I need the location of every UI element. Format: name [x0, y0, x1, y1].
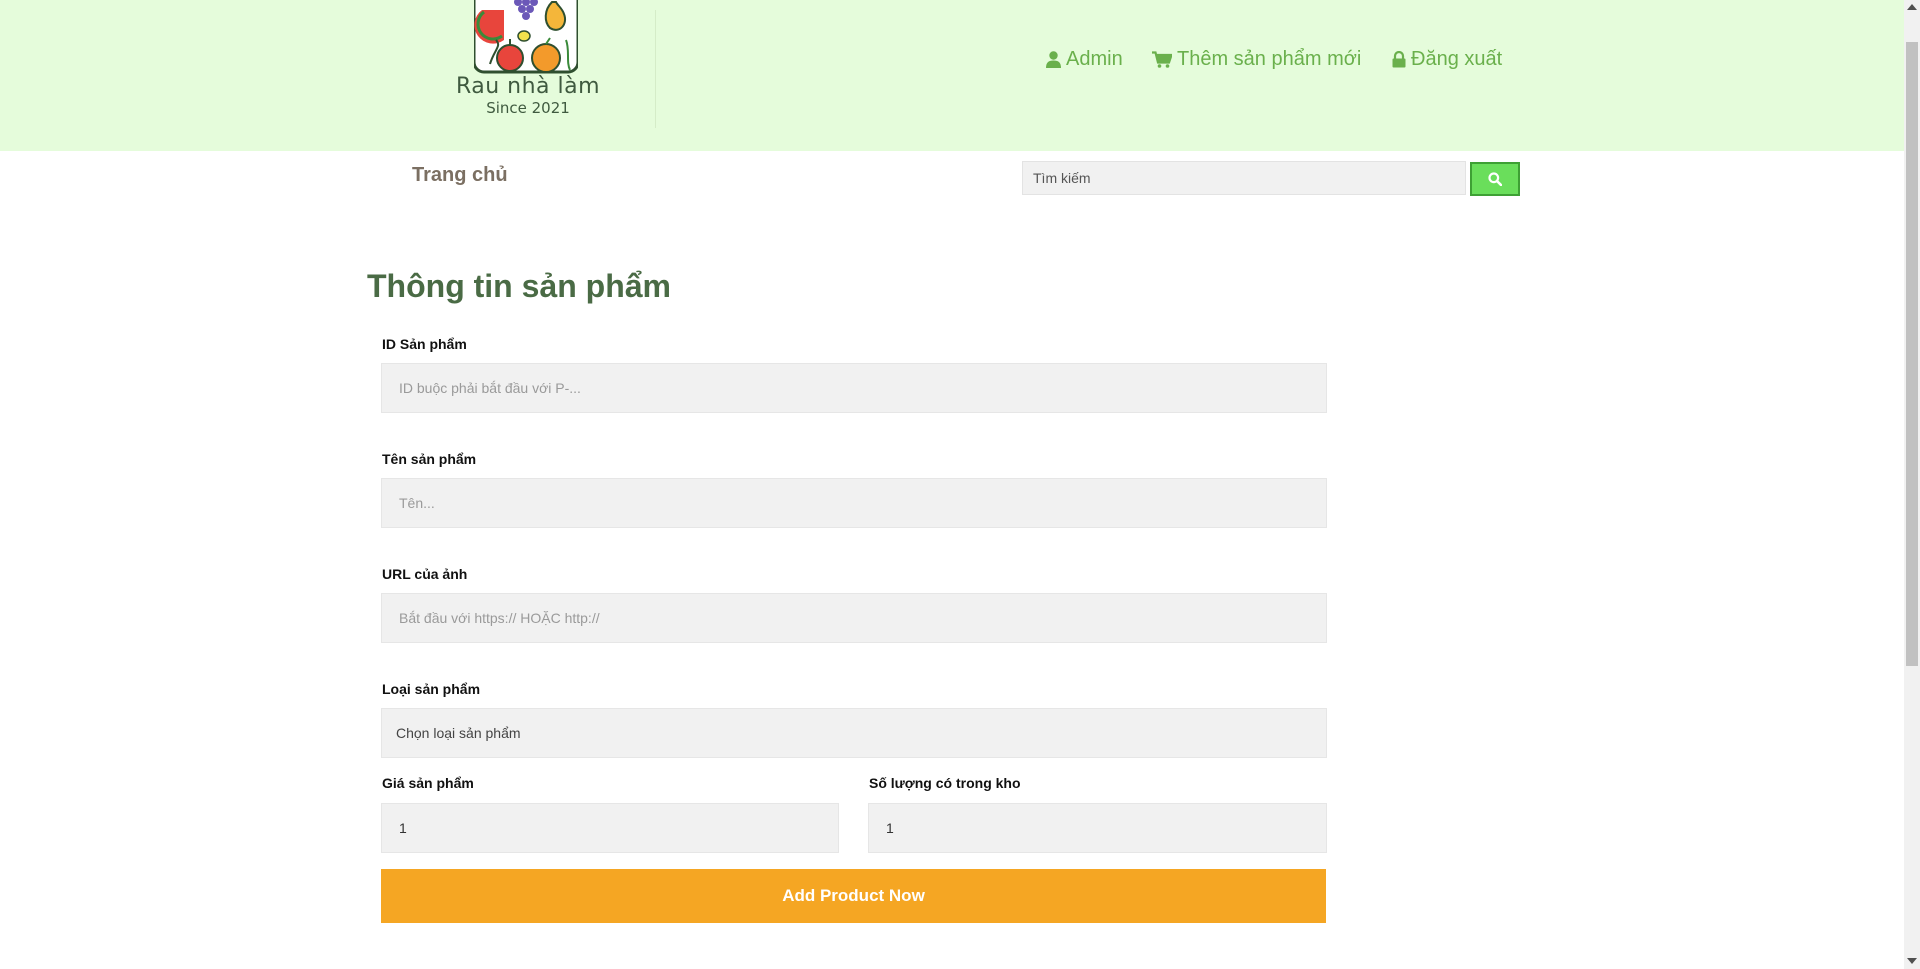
- category-selected-value: Chọn loại sản phẩm: [396, 725, 521, 741]
- nav-add-product[interactable]: Thêm sản phẩm mới: [1152, 46, 1361, 72]
- search-input[interactable]: [1022, 161, 1466, 195]
- price-label: Giá sản phẩm: [382, 775, 474, 791]
- site-header: Rau nhà làm Since 2021 Admin Thêm sản ph…: [0, 0, 1904, 151]
- fruit-basket-logo-icon: [474, 0, 578, 74]
- home-link[interactable]: Trang chủ: [412, 164, 508, 187]
- product-id-input[interactable]: [381, 363, 1327, 413]
- admin-link[interactable]: Admin: [1046, 48, 1123, 71]
- product-id-label: ID Sản phẩm: [382, 336, 467, 352]
- stock-input[interactable]: [868, 803, 1327, 853]
- lock-icon: [1392, 50, 1406, 67]
- add-product-link[interactable]: Thêm sản phẩm mới: [1152, 48, 1361, 71]
- user-icon: [1046, 50, 1061, 68]
- logout-link[interactable]: Đăng xuất: [1392, 48, 1502, 71]
- scrollbar-thumb[interactable]: [1906, 42, 1918, 666]
- admin-label: Admin: [1066, 47, 1123, 70]
- nav-logout[interactable]: Đăng xuất: [1392, 46, 1502, 72]
- stock-label: Số lượng có trong kho: [869, 775, 1021, 791]
- nav-admin[interactable]: Admin: [1046, 46, 1123, 72]
- scroll-down-icon[interactable]: [1907, 958, 1917, 964]
- image-url-input[interactable]: [381, 593, 1327, 643]
- brand-name: Rau nhà làm: [455, 74, 601, 99]
- search-button[interactable]: [1470, 162, 1520, 196]
- add-product-button[interactable]: Add Product Now: [381, 869, 1326, 923]
- site-logo[interactable]: Rau nhà làm Since 2021: [438, 0, 618, 120]
- add-product-label: Thêm sản phẩm mới: [1177, 47, 1362, 70]
- category-label: Loại sản phẩm: [382, 681, 481, 697]
- price-input[interactable]: [381, 803, 839, 853]
- add-product-button-label: Add Product Now: [782, 886, 925, 905]
- product-name-label: Tên sản phẩm: [382, 451, 477, 467]
- scroll-up-icon[interactable]: [1907, 4, 1917, 10]
- search-icon: [1488, 172, 1502, 186]
- image-url-label: URL của ảnh: [382, 566, 468, 582]
- header-divider: [655, 10, 656, 128]
- category-select[interactable]: Chọn loại sản phẩm: [381, 708, 1327, 758]
- cart-icon: [1152, 50, 1172, 68]
- brand-since: Since 2021: [486, 99, 570, 117]
- logo-text: Rau nhà làm Since 2021: [438, 74, 618, 116]
- logout-label: Đăng xuất: [1411, 47, 1503, 70]
- product-name-input[interactable]: [381, 478, 1327, 528]
- page-title: Thông tin sản phẩm: [367, 268, 671, 304]
